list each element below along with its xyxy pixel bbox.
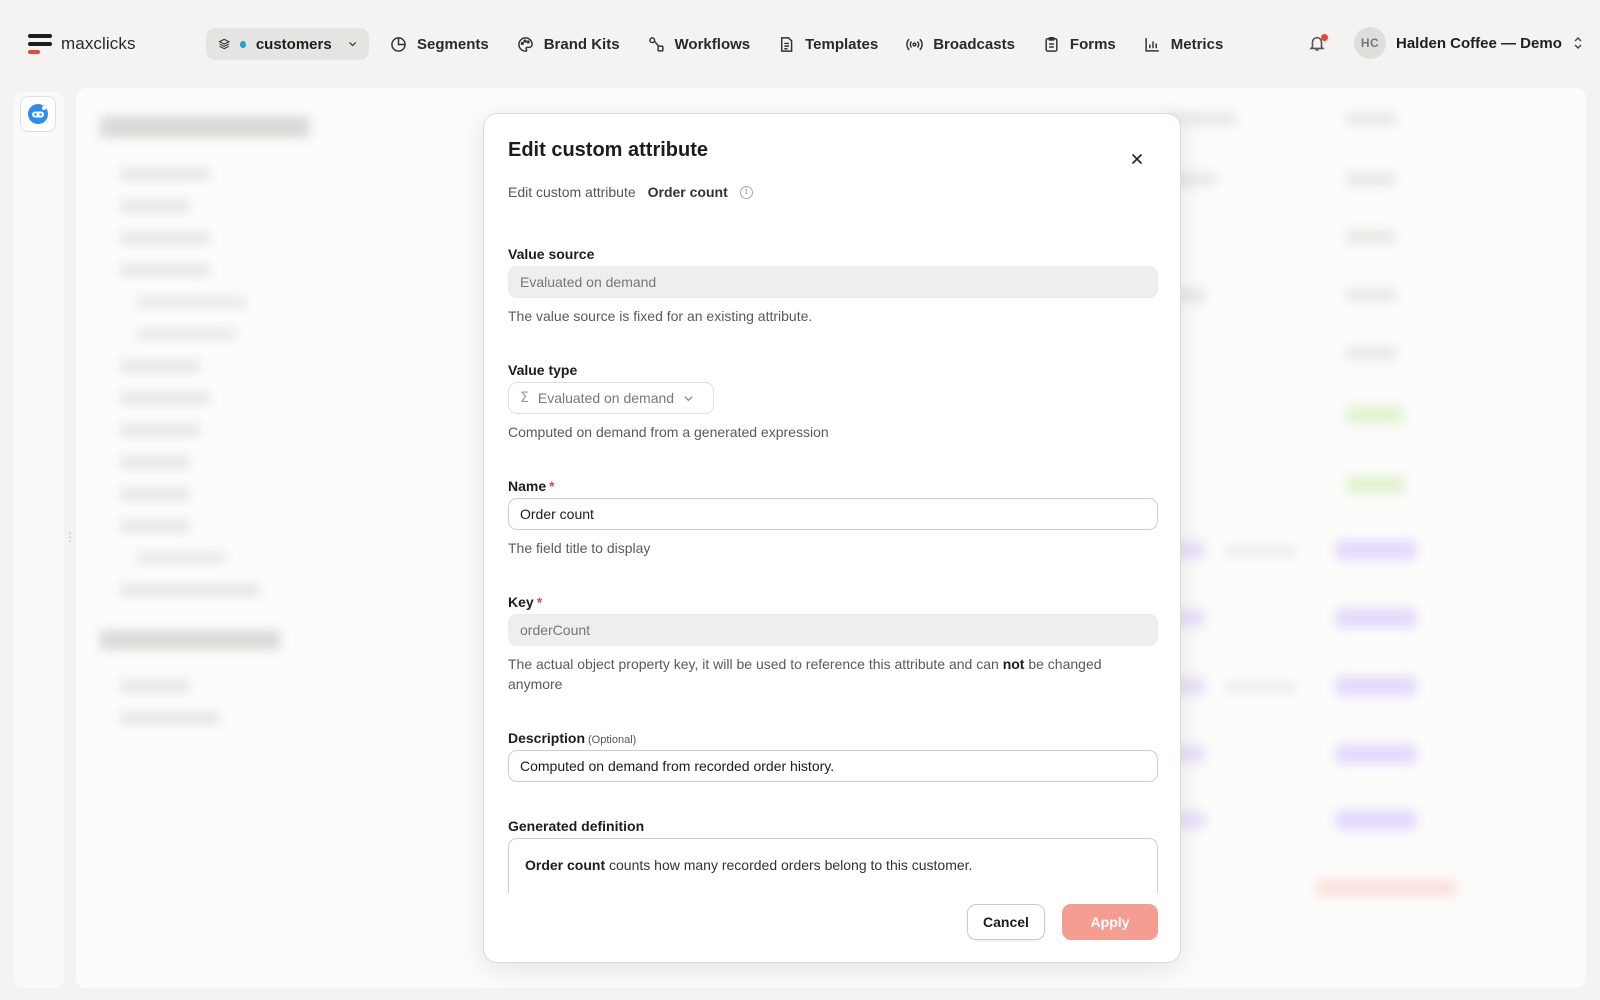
workspace-label: customers: [255, 35, 332, 53]
workspace-status-dot: [240, 40, 246, 48]
close-button[interactable]: [1128, 150, 1146, 168]
value-type-hint: Computed on demand from a generated expr…: [508, 424, 829, 440]
description-input[interactable]: Computed on demand from recorded order h…: [508, 750, 1158, 782]
document-icon: [781, 36, 793, 52]
broadcast-icon: [906, 38, 924, 50]
dialog-title: Edit custom attribute: [508, 139, 709, 161]
close-icon: [1131, 153, 1143, 165]
bar-chart-icon: [1145, 37, 1159, 52]
nav-templates[interactable]: Templates: [778, 36, 878, 53]
logo-mark-icon: [28, 34, 52, 54]
workflow-icon: [648, 36, 664, 52]
nav-brand-kits-label: Brand Kits: [543, 35, 620, 53]
description-label: Description (Optional): [508, 730, 637, 746]
name-hint: The field title to display: [508, 540, 651, 556]
generated-definition-box: Order count counts how many recorded ord…: [508, 838, 1158, 893]
notifications-button[interactable]: [1308, 34, 1328, 54]
definition-text: counts how many recorded orders belong t…: [605, 857, 973, 873]
value-source-label: Value source: [508, 246, 595, 262]
robot-icon: [28, 104, 48, 124]
app-logo[interactable]: maxclicks: [28, 34, 136, 54]
sigma-icon: Σ: [520, 390, 529, 406]
apply-button[interactable]: Apply: [1062, 904, 1158, 940]
nav-forms-label: Forms: [1069, 35, 1116, 53]
info-icon[interactable]: i: [739, 185, 753, 199]
nav-templates-label: Templates: [805, 35, 879, 53]
name-input[interactable]: Order count: [508, 498, 1158, 530]
nav-segments[interactable]: Segments: [390, 36, 489, 53]
key-label: Key *: [508, 594, 543, 610]
notification-badge: [1321, 34, 1328, 41]
nav-metrics-label: Metrics: [1170, 35, 1224, 53]
required-marker: *: [536, 594, 543, 610]
generated-definition-label: Generated definition: [508, 818, 645, 834]
value-source-field: Evaluated on demand: [508, 266, 1158, 298]
nav-metrics[interactable]: Metrics: [1144, 35, 1224, 53]
app-name: maxclicks: [61, 34, 136, 53]
subtitle-attribute-name: Order count: [647, 184, 728, 200]
account-menu[interactable]: HC Halden Coffee — Demo: [1354, 27, 1584, 59]
cancel-button[interactable]: Cancel: [967, 904, 1045, 940]
chevron-down-icon: [684, 395, 693, 401]
nav-workflows-label: Workflows: [674, 35, 751, 53]
nav-segments-label: Segments: [417, 35, 489, 53]
assistant-button[interactable]: [20, 96, 56, 132]
value-type-label: Value type: [508, 362, 578, 378]
top-bar: maxclicks customers Segments Brand Kits …: [0, 0, 1600, 88]
layers-icon: [218, 38, 231, 50]
subtitle-prefix: Edit custom attribute: [508, 184, 636, 200]
pie-chart-icon: [391, 36, 406, 52]
workspace-selector[interactable]: customers: [206, 28, 369, 60]
value-source-hint: The value source is fixed for an existin…: [508, 308, 813, 324]
edit-attribute-dialog: Edit custom attribute Edit custom attrib…: [483, 113, 1181, 963]
optional-tag: (Optional): [588, 734, 637, 746]
nav-forms[interactable]: Forms: [1043, 36, 1116, 53]
account-name: Halden Coffee — Demo: [1396, 34, 1562, 52]
nav-workflows[interactable]: Workflows: [648, 35, 751, 53]
palette-icon: [517, 36, 533, 52]
main-nav: Segments Brand Kits Workflows Templates …: [390, 28, 1251, 60]
name-label: Name *: [508, 478, 555, 494]
value-type-select[interactable]: Σ Evaluated on demand: [508, 382, 714, 414]
left-rail: [14, 92, 64, 988]
definition-attribute-name: Order count: [525, 857, 606, 873]
clipboard-icon: [1045, 36, 1058, 52]
nav-broadcasts-label: Broadcasts: [933, 35, 1015, 53]
required-marker: *: [549, 478, 555, 494]
chevron-down-icon: [348, 42, 356, 47]
key-hint: The actual object property key, it will …: [508, 656, 1102, 692]
avatar: HC: [1354, 27, 1386, 59]
key-field: orderCount: [508, 614, 1158, 646]
chevron-up-down-icon: [1574, 37, 1582, 49]
dialog-subtitle: Edit custom attribute Order count i: [508, 184, 753, 200]
nav-broadcasts[interactable]: Broadcasts: [906, 36, 1015, 53]
nav-brand-kits[interactable]: Brand Kits: [517, 36, 620, 53]
value-type-value: Evaluated on demand: [537, 390, 675, 406]
